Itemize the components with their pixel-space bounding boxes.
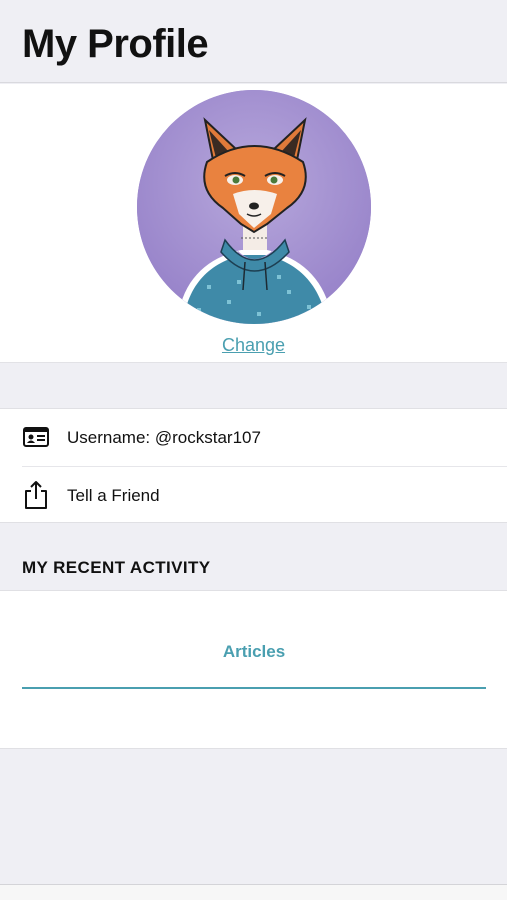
fox-avatar-illustration <box>137 90 371 324</box>
page-title: My Profile <box>22 22 209 66</box>
avatar[interactable] <box>137 90 371 324</box>
recent-activity-panel: Articles <box>0 590 507 749</box>
header: My Profile <box>0 0 507 83</box>
profile-options-list: Username: @rockstar107 Tell a Friend <box>0 408 507 523</box>
change-avatar-link[interactable]: Change <box>0 335 507 356</box>
tell-a-friend-row[interactable]: Tell a Friend <box>0 467 507 524</box>
tab-articles-label: Articles <box>222 642 286 661</box>
username-label: Username: @rockstar107 <box>67 428 261 447</box>
username-row[interactable]: Username: @rockstar107 <box>0 409 507 467</box>
tell-a-friend-label: Tell a Friend <box>67 486 160 505</box>
id-card-icon <box>23 427 49 447</box>
avatar-section: Change <box>0 84 507 363</box>
bottom-tab-bar <box>0 884 507 900</box>
tab-articles[interactable]: Articles <box>22 641 486 689</box>
share-icon <box>25 481 47 509</box>
tab-active-indicator <box>22 687 486 689</box>
recent-activity-heading: MY RECENT ACTIVITY <box>22 558 211 577</box>
